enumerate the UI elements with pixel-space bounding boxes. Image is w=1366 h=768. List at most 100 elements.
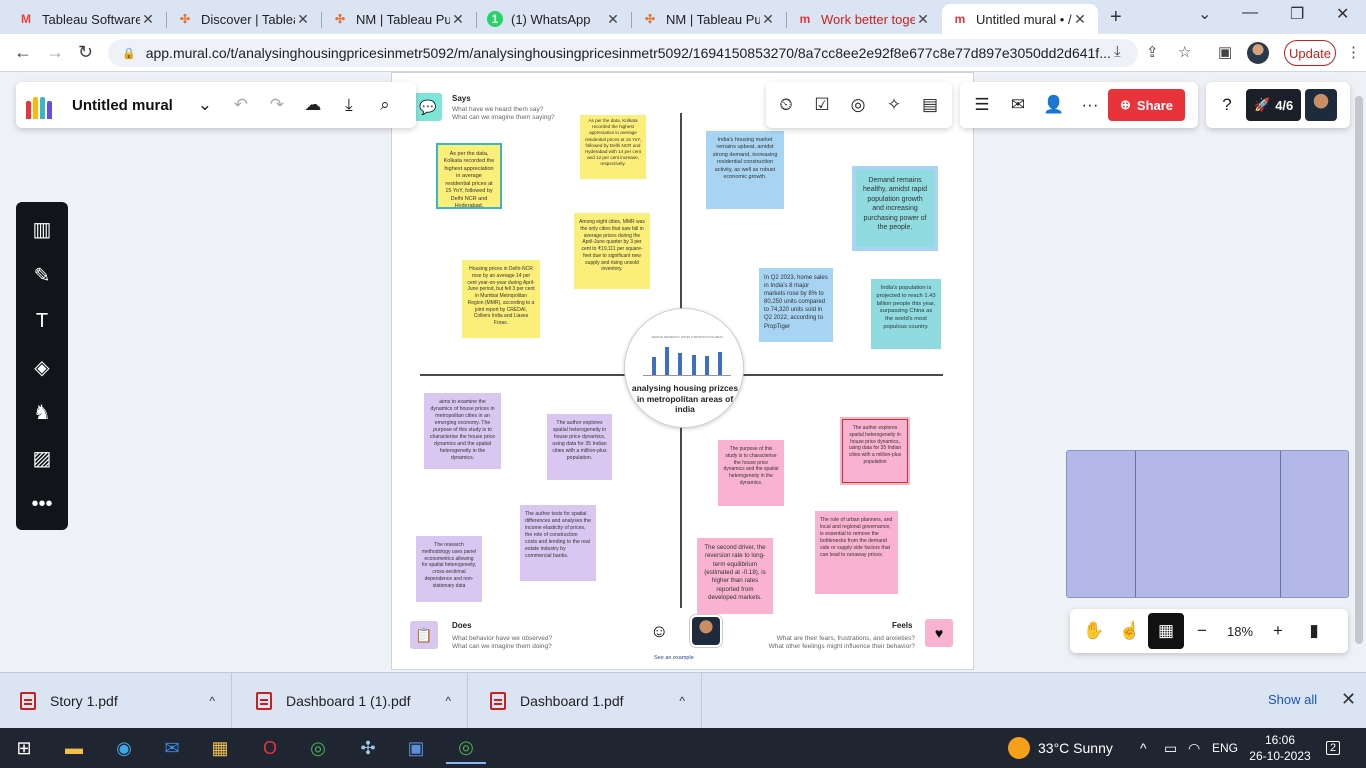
edge-browser-icon[interactable]: ◉ bbox=[104, 732, 144, 764]
mural-logo[interactable] bbox=[26, 91, 58, 119]
download-item[interactable]: Dashboard 1 (1).pdf ^ bbox=[236, 673, 468, 729]
comments-icon[interactable]: ✉ bbox=[1000, 87, 1036, 123]
shapes-connectors-icon[interactable]: ◈ bbox=[24, 347, 60, 387]
sticky-note-icon[interactable]: ✎ bbox=[24, 256, 60, 296]
download-item[interactable]: Story 1.pdf ^ bbox=[0, 673, 232, 729]
download-icon[interactable]: ⤓ bbox=[1114, 43, 1121, 60]
update-button[interactable]: Update bbox=[1284, 40, 1336, 66]
url-bar[interactable]: 🔒 app.mural.co/t/analysinghousingpricesi… bbox=[108, 39, 1138, 67]
close-tab-icon[interactable]: ✕ bbox=[140, 11, 156, 28]
sticky-note[interactable]: Demand remains healthy, amidst rapid pop… bbox=[852, 166, 938, 251]
laser-pointer-icon[interactable]: ✧ bbox=[876, 87, 912, 123]
file-explorer-icon[interactable]: ▬ bbox=[54, 732, 94, 764]
wifi-icon[interactable]: ◠ bbox=[1188, 728, 1200, 768]
bookmark-star-icon[interactable]: ☆ bbox=[1178, 43, 1191, 61]
empathy-map-board[interactable]: 💬 Says What have we heard them say? What… bbox=[391, 72, 974, 670]
chevron-up-icon[interactable]: ^ bbox=[679, 694, 685, 708]
windows-start-icon[interactable]: ⊞ bbox=[4, 732, 44, 764]
onboarding-progress-button[interactable]: 🚀 4/6 bbox=[1246, 89, 1302, 121]
minimize-icon[interactable]: — bbox=[1242, 4, 1258, 22]
close-tab-icon[interactable]: ✕ bbox=[295, 11, 311, 28]
battery-icon[interactable]: ▭ bbox=[1164, 728, 1177, 768]
close-shelf-icon[interactable]: ✕ bbox=[1341, 689, 1356, 710]
chevron-down-icon[interactable]: ⌄ bbox=[187, 87, 223, 123]
redo-icon[interactable]: ↷ bbox=[259, 87, 295, 123]
sticky-note[interactable]: As per the data, Kolkata recorded the hi… bbox=[580, 115, 646, 179]
back-arrow-icon[interactable]: ← bbox=[14, 42, 32, 63]
download-icon[interactable]: ⤓ bbox=[331, 87, 367, 123]
store-icon[interactable]: ▦ bbox=[200, 732, 240, 764]
close-window-icon[interactable]: ✕ bbox=[1336, 4, 1349, 24]
undo-icon[interactable]: ↶ bbox=[223, 87, 259, 123]
sticky-note[interactable]: aims to examine the dynamics of house pr… bbox=[424, 393, 501, 469]
outline-icon[interactable]: ☰ bbox=[964, 87, 1000, 123]
vertical-scrollbar[interactable] bbox=[1355, 96, 1363, 644]
share-button[interactable]: ⊕ Share bbox=[1108, 89, 1186, 121]
kebab-menu-icon[interactable]: ⋮ bbox=[1346, 43, 1361, 61]
remote-desktop-icon[interactable]: ▣ bbox=[396, 732, 436, 764]
voting-checkbox-icon[interactable]: ☑ bbox=[804, 87, 840, 123]
zoom-level[interactable]: 18% bbox=[1220, 624, 1260, 639]
tab-whatsapp[interactable]: 1 (1) WhatsApp ✕ bbox=[477, 4, 631, 34]
map-view-icon[interactable]: ▦ bbox=[1148, 613, 1184, 649]
forward-arrow-icon[interactable]: → bbox=[46, 42, 64, 63]
members-icon[interactable]: 👤 bbox=[1036, 87, 1072, 123]
minimap-panel[interactable] bbox=[1066, 450, 1349, 598]
panel-toggle-icon[interactable]: ▮ bbox=[1296, 613, 1332, 649]
toolbox-icon[interactable]: ▤ bbox=[912, 87, 948, 123]
mural-canvas[interactable]: 💬 Says What have we heard them say? What… bbox=[0, 72, 1366, 672]
sticky-note[interactable]: The role of urban planners, and local an… bbox=[815, 511, 898, 594]
search-icon[interactable]: ⌕ bbox=[367, 87, 403, 123]
show-all-downloads-link[interactable]: Show all bbox=[1268, 692, 1317, 707]
image-icon[interactable]: ▨ bbox=[24, 439, 60, 479]
sticky-note[interactable]: India's housing market remains upbeat, a… bbox=[706, 131, 784, 209]
touchpad-mode-icon[interactable]: ☝ bbox=[1112, 613, 1148, 649]
chevron-up-icon[interactable]: ^ bbox=[1140, 728, 1147, 768]
more-options-icon[interactable]: ··· bbox=[1072, 87, 1108, 123]
see-example-link[interactable]: See an example bbox=[654, 655, 694, 661]
sticky-note[interactable]: The author explores spatial heterogeneit… bbox=[547, 414, 612, 480]
sticky-note[interactable]: The author tests for spatial differences… bbox=[520, 505, 596, 581]
templates-icon[interactable]: ▥ bbox=[24, 210, 60, 250]
chevron-up-icon[interactable]: ^ bbox=[209, 694, 215, 708]
chrome-active-icon[interactable]: ◎ bbox=[446, 732, 486, 764]
language-indicator[interactable]: ENG bbox=[1212, 728, 1238, 768]
tab-untitled-mural[interactable]: m Untitled mural • / ✕ bbox=[942, 4, 1098, 34]
sticky-note[interactable]: Among eight cities, MMR was the only cit… bbox=[574, 213, 650, 289]
tab-work-better-together[interactable]: m Work better toge ✕ bbox=[787, 4, 941, 34]
tab-nm-tableau-public[interactable]: ✣ NM | Tableau Pub ✕ bbox=[322, 4, 476, 34]
text-icon[interactable]: T bbox=[24, 301, 60, 341]
restore-icon[interactable]: ❐ bbox=[1290, 4, 1304, 24]
chrome-icon[interactable]: ◎ bbox=[298, 732, 338, 764]
sticky-note[interactable]: Housing prices in Delhi-NCR rose by an a… bbox=[462, 260, 540, 338]
close-tab-icon[interactable]: ✕ bbox=[1072, 11, 1088, 28]
cloud-sync-icon[interactable]: ☁ bbox=[295, 87, 331, 123]
tab-discover-tableau[interactable]: ✣ Discover | Tableau ✕ bbox=[167, 4, 321, 34]
profile-avatar[interactable] bbox=[1247, 42, 1269, 64]
hand-pan-icon[interactable]: ✋ bbox=[1076, 613, 1112, 649]
close-tab-icon[interactable]: ✕ bbox=[760, 11, 776, 28]
icons-llama-icon[interactable]: ♞ bbox=[24, 393, 60, 433]
sticky-note[interactable]: The research methodology uses panel econ… bbox=[416, 536, 482, 602]
center-topic-circle[interactable]: AVERAGE RESIDENTIAL PRICES IN METROPOLIT… bbox=[624, 308, 744, 428]
facilitator-avatar[interactable] bbox=[690, 615, 722, 647]
help-icon[interactable]: ? bbox=[1212, 87, 1242, 123]
system-clock[interactable]: 16:06 26-10-2023 bbox=[1248, 732, 1312, 764]
zoom-in-icon[interactable]: + bbox=[1260, 613, 1296, 649]
weather-widget[interactable]: 33°C Sunny bbox=[1008, 728, 1113, 768]
sticky-note[interactable]: The second driver, the reversion rate to… bbox=[697, 538, 773, 614]
mural-title[interactable]: Untitled mural bbox=[72, 97, 173, 114]
tab-tableau-software[interactable]: M Tableau Software ✕ bbox=[8, 4, 166, 34]
tab-nm-tableau-public-2[interactable]: ✣ NM | Tableau Pub ✕ bbox=[632, 4, 786, 34]
reload-icon[interactable]: ↻ bbox=[78, 42, 93, 63]
sticky-note[interactable]: As per the data, Kolkata recorded the hi… bbox=[436, 143, 502, 209]
new-tab-button[interactable]: + bbox=[1110, 6, 1122, 29]
sticky-note[interactable]: The purpose of this study is to characte… bbox=[718, 440, 784, 506]
close-tab-icon[interactable]: ✕ bbox=[915, 11, 931, 28]
sticky-note[interactable]: India's population is projected to reach… bbox=[871, 279, 941, 349]
download-item[interactable]: Dashboard 1.pdf ^ bbox=[470, 673, 702, 729]
tab-search-chevron-icon[interactable]: ⌄ bbox=[1198, 4, 1211, 24]
user-avatar[interactable] bbox=[1305, 89, 1338, 121]
mail-icon[interactable]: ✉ bbox=[152, 732, 192, 764]
side-panel-icon[interactable]: ▣ bbox=[1218, 43, 1232, 61]
